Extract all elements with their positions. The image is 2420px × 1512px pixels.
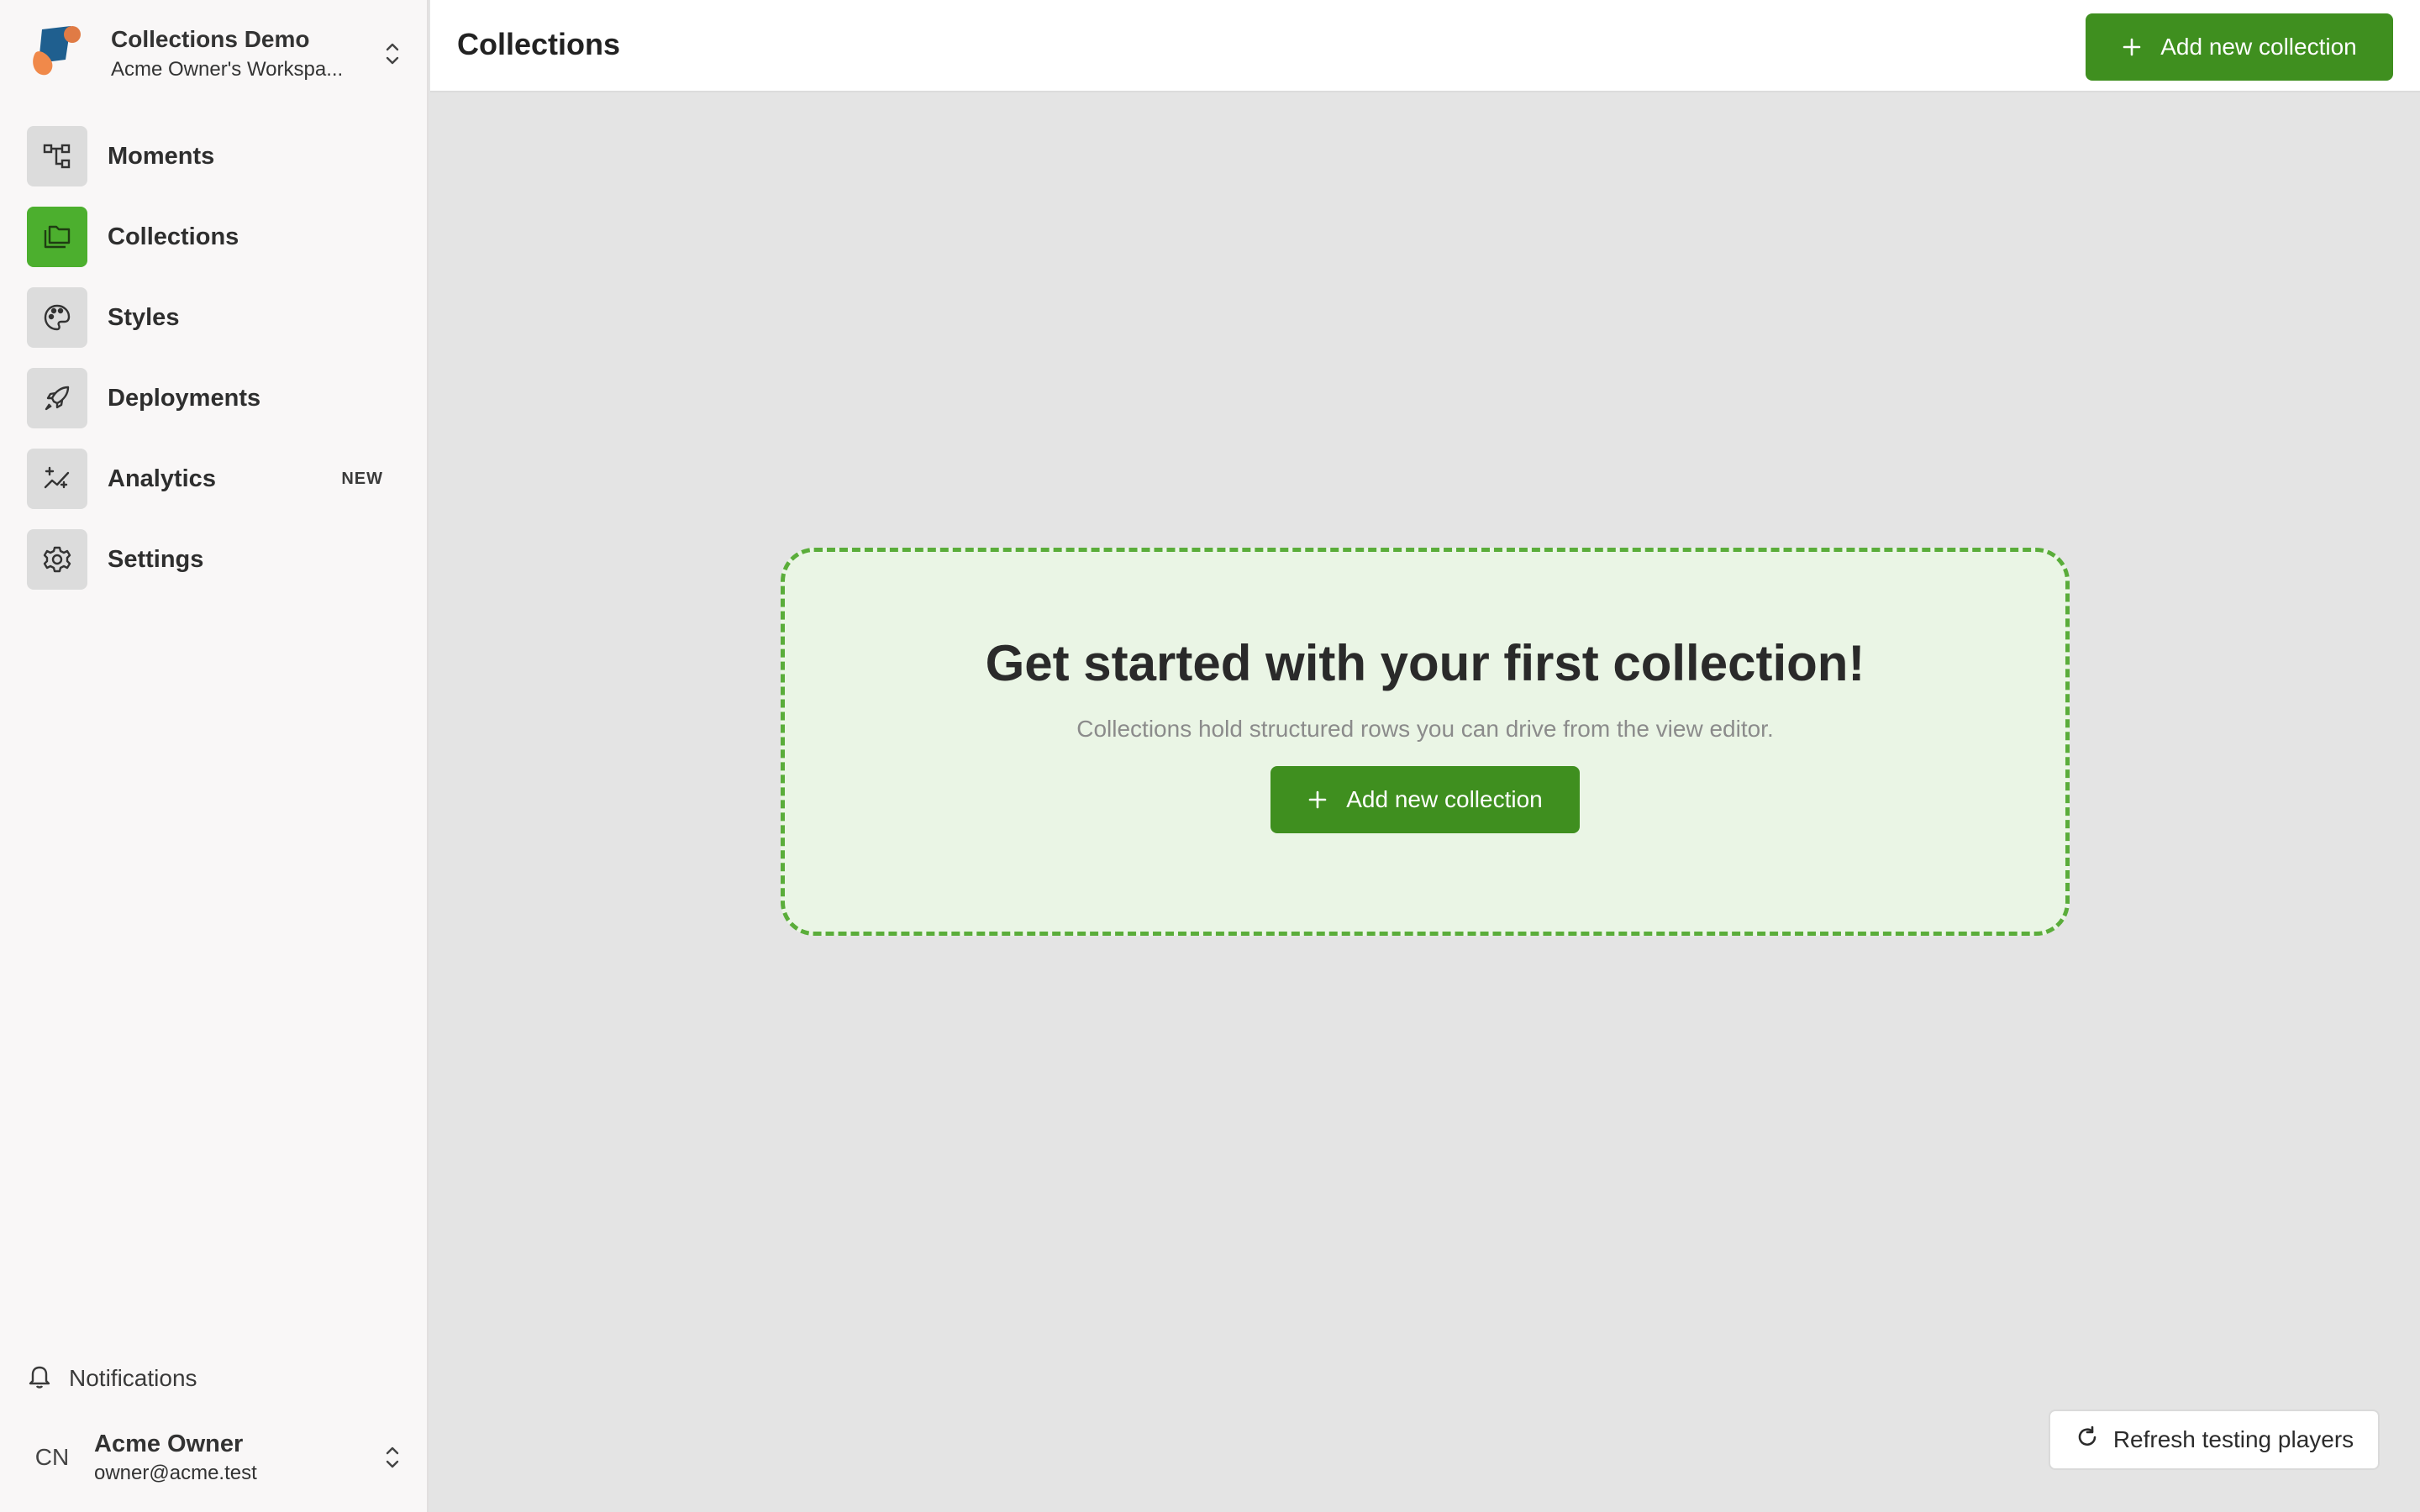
gear-icon xyxy=(27,529,87,590)
rocket-icon xyxy=(27,368,87,428)
workspace-switcher[interactable]: Collections Demo Acme Owner's Workspa... xyxy=(27,20,405,87)
plus-icon xyxy=(1307,790,1328,810)
sidebar: Collections Demo Acme Owner's Workspa...… xyxy=(0,0,429,1512)
add-collection-label: Add new collection xyxy=(2160,34,2357,60)
bell-icon xyxy=(27,1362,52,1394)
sidebar-item-collections[interactable]: Collections xyxy=(27,207,397,267)
new-badge: NEW xyxy=(341,469,383,488)
workspace-subtitle: Acme Owner's Workspa... xyxy=(111,58,344,81)
empty-state-title: Get started with your first collection! xyxy=(985,635,1865,691)
sidebar-item-label: Moments xyxy=(108,142,215,170)
chevron-up-down-icon xyxy=(380,37,405,71)
sidebar-item-label: Collections xyxy=(108,223,239,250)
sidebar-item-deployments[interactable]: Deployments xyxy=(27,368,397,428)
workspace-logo xyxy=(27,23,89,85)
user-email: owner@acme.test xyxy=(94,1461,257,1484)
refresh-icon xyxy=(2075,1425,2100,1456)
chevron-up-down-icon xyxy=(380,1441,405,1474)
sidebar-nav: Moments Collections Styles Deployments A… xyxy=(27,126,397,610)
notifications-label: Notifications xyxy=(69,1364,197,1391)
sidebar-item-moments[interactable]: Moments xyxy=(27,126,397,186)
sidebar-item-analytics[interactable]: Analytics NEW xyxy=(27,449,397,509)
plus-icon xyxy=(2122,37,2142,57)
sidebar-item-label: Styles xyxy=(108,303,180,331)
sidebar-item-styles[interactable]: Styles xyxy=(27,287,397,348)
sidebar-item-label: Analytics xyxy=(108,465,216,492)
page-title: Collections xyxy=(457,27,621,61)
sparkle-chart-icon xyxy=(27,449,87,509)
folder-icon xyxy=(27,207,87,267)
refresh-testing-players-button[interactable]: Refresh testing players xyxy=(2049,1410,2380,1470)
sidebar-item-label: Deployments xyxy=(108,384,261,412)
flow-icon xyxy=(27,126,87,186)
refresh-label: Refresh testing players xyxy=(2112,1426,2354,1452)
empty-state-add-collection-button[interactable]: Add new collection xyxy=(1270,766,1580,833)
sidebar-item-label: Settings xyxy=(108,545,204,573)
workspace-name: Collections Demo xyxy=(111,26,310,52)
notifications-link[interactable]: Notifications xyxy=(27,1362,197,1394)
user-name: Acme Owner xyxy=(94,1430,244,1457)
empty-state-description: Collections hold structured rows you can… xyxy=(1076,716,1774,742)
add-collection-button[interactable]: Add new collection xyxy=(2086,13,2393,81)
palette-icon xyxy=(27,287,87,348)
sidebar-item-settings[interactable]: Settings xyxy=(27,529,397,590)
empty-state: Get started with your first collection! … xyxy=(781,548,2070,936)
avatar: CN xyxy=(34,1444,70,1470)
user-menu[interactable]: CN Acme Owner owner@acme.test xyxy=(27,1420,405,1495)
empty-state-button-label: Add new collection xyxy=(1346,786,1543,812)
page-header: Collections Add new collection xyxy=(430,0,2420,92)
